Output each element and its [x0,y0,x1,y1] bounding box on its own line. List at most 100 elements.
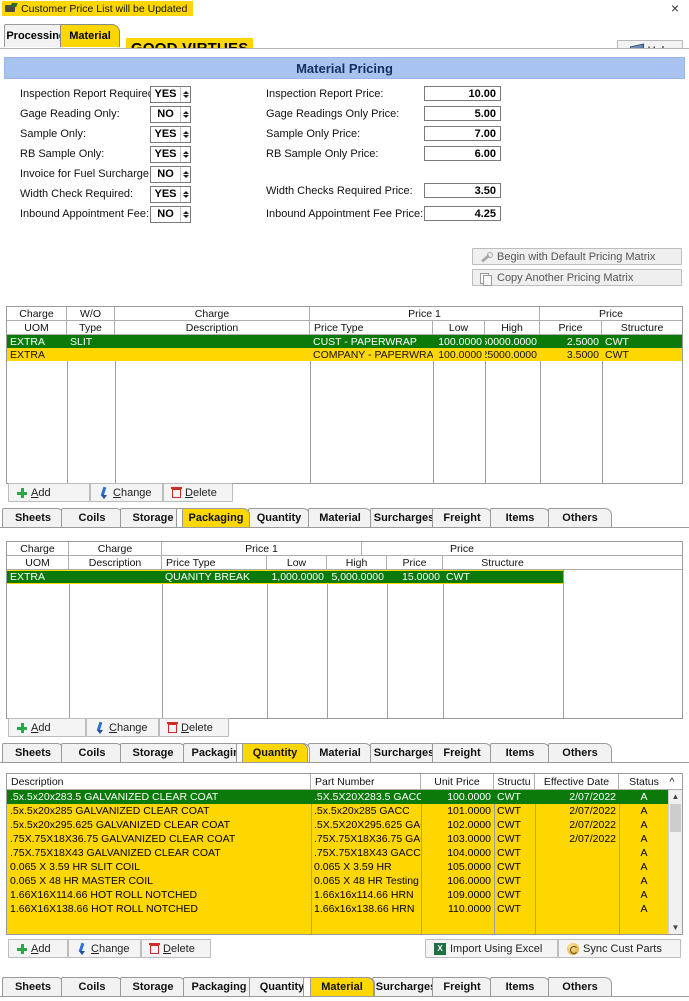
spinner-inspection-report-required[interactable]: YES [150,86,191,103]
input-inspection-report-price[interactable]: 10.00 [424,86,501,101]
spinner-invoice-fuel-surcharge[interactable]: NO [150,166,191,183]
tab-others[interactable]: Others [548,508,612,527]
column-header-low[interactable]: Low [433,321,485,334]
table-row[interactable]: 0.065 X 3.59 HR SLIT COIL 0.065 X 3.59 H… [7,860,669,874]
column-header-uom[interactable]: UOM [7,556,69,569]
tab-quantity[interactable]: Quantity [242,743,308,762]
spinner-arrows-icon[interactable] [180,167,190,182]
column-header-effective-date[interactable]: Effective Date [535,774,619,789]
import-using-excel-button[interactable]: X Import Using Excel [425,939,558,958]
input-width-checks-required-price[interactable]: 3.50 [424,183,501,198]
sort-ascending-icon[interactable]: ^ [662,774,682,789]
table-row[interactable]: 1.66X16X114.66 HOT ROLL NOTCHED 1.66x16x… [7,888,669,902]
scrollbar-thumb[interactable] [670,804,681,832]
material-items-grid[interactable]: Description Part Number Unit Price Struc… [6,773,683,935]
tab-coils[interactable]: Coils [61,743,123,762]
spinner-sample-only[interactable]: YES [150,126,191,143]
tab-packaging[interactable]: Packaging [182,508,250,527]
column-header-structure[interactable]: Structure [443,556,562,569]
spinner-rb-sample-only[interactable]: YES [150,146,191,163]
change-button[interactable]: Change [86,718,159,737]
tab-material-top[interactable]: Material [60,24,120,47]
spinner-inbound-appointment-fee[interactable]: NO [150,206,191,223]
column-header-structure[interactable]: Structure [602,321,682,334]
table-row[interactable]: .5x.5x20x285 GALVANIZED CLEAR COAT .5x.5… [7,804,669,818]
tab-freight[interactable]: Freight [432,743,492,762]
tab-material[interactable]: Material [310,977,374,996]
table-row[interactable]: .75X.75X18X43 GALVANIZED CLEAR COAT .75X… [7,846,669,860]
column-header-description[interactable]: Description [7,774,311,789]
add-button[interactable]: Add [8,939,68,958]
scroll-down-icon[interactable]: ▼ [669,921,682,934]
begin-default-pricing-matrix-button[interactable]: Begin with Default Pricing Matrix [472,248,682,265]
packaging-charges-grid[interactable]: Charge W/O Charge Price 1 Price UOM Type… [6,306,683,484]
column-header-unit-price[interactable]: Unit Price [421,774,494,789]
input-gage-readings-only-price[interactable]: 5.00 [424,106,501,121]
table-row[interactable]: .75X.75X18X36.75 GALVANIZED CLEAR COAT .… [7,832,669,846]
table-row[interactable]: EXTRA QUANITY BREAK 1,000.0000 5,000.000… [7,570,563,584]
tab-storage[interactable]: Storage [120,743,186,762]
tab-freight[interactable]: Freight [432,977,492,996]
table-row[interactable]: .5x.5x20x295.625 GALVANIZED CLEAR COAT .… [7,818,669,832]
delete-button[interactable]: Delete [163,483,233,502]
table-row[interactable]: .5x.5x20x283.5 GALVANIZED CLEAR COAT .5X… [7,790,669,804]
spinner-width-check-required[interactable]: YES [150,186,191,203]
spinner-arrows-icon[interactable] [180,207,190,222]
tab-sheets[interactable]: Sheets [2,743,64,762]
tab-items[interactable]: Items [490,508,550,527]
column-header-low[interactable]: Low [267,556,327,569]
tab-packaging[interactable]: Packaging [183,977,255,996]
column-header-uom[interactable]: UOM [7,321,67,334]
change-button[interactable]: Change [90,483,163,502]
add-button[interactable]: Add [8,718,86,737]
spinner-arrows-icon[interactable] [180,107,190,122]
sync-cust-parts-button[interactable]: Sync Cust Parts [558,939,681,958]
scroll-up-icon[interactable]: ▲ [669,790,682,803]
spinner-arrows-icon[interactable] [180,147,190,162]
tab-processing[interactable]: Processing [4,24,68,47]
column-header-high[interactable]: High [485,321,540,334]
tab-sheets[interactable]: Sheets [2,508,64,527]
column-header-price-type[interactable]: Price Type [162,556,267,569]
add-button[interactable]: Add [8,483,90,502]
column-header-price[interactable]: Price [387,556,443,569]
tab-surcharges[interactable]: Surcharges [370,508,438,527]
table-row[interactable]: EXTRA SLIT CUST - PAPERWRAP 100.0000 600… [7,335,682,348]
input-inbound-appointment-fee-price[interactable]: 4.25 [424,206,501,221]
table-row[interactable]: 0.065 X 48 HR MASTER COIL 0.065 X 48 HR … [7,874,669,888]
input-sample-only-price[interactable]: 7.00 [424,126,501,141]
input-rb-sample-only-price[interactable]: 6.00 [424,146,501,161]
column-header-part-number[interactable]: Part Number [311,774,421,789]
tab-material[interactable]: Material [308,743,372,762]
spinner-gage-reading-only[interactable]: NO [150,106,191,123]
spinner-arrows-icon[interactable] [180,87,190,102]
quantity-charges-grid[interactable]: Charge Charge Price 1 Price UOM Descript… [6,541,683,719]
tab-others[interactable]: Others [548,743,612,762]
column-header-structure[interactable]: Structu [494,774,535,789]
tab-sheets[interactable]: Sheets [2,977,64,996]
column-header-description[interactable]: Description [115,321,310,334]
spinner-arrows-icon[interactable] [180,187,190,202]
table-row[interactable]: 1.66X16X138.66 HOT ROLL NOTCHED 1.66x16x… [7,902,669,916]
vertical-scrollbar[interactable]: ▲ ▼ [668,790,682,934]
column-header-description[interactable]: Description [69,556,162,569]
tab-quantity[interactable]: Quantity [248,508,310,527]
column-header-type[interactable]: Type [67,321,115,334]
tab-items[interactable]: Items [490,977,550,996]
tab-coils[interactable]: Coils [61,508,123,527]
tab-surcharges[interactable]: Surcharges [372,977,440,996]
column-header-price-type[interactable]: Price Type [310,321,433,334]
tab-items[interactable]: Items [490,743,550,762]
tab-material[interactable]: Material [308,508,372,527]
tab-storage[interactable]: Storage [120,977,186,996]
delete-button[interactable]: Delete [159,718,229,737]
tab-freight[interactable]: Freight [432,508,492,527]
tab-coils[interactable]: Coils [61,977,123,996]
delete-button[interactable]: Delete [141,939,211,958]
change-button[interactable]: Change [68,939,141,958]
copy-another-pricing-matrix-button[interactable]: Copy Another Pricing Matrix [472,269,682,286]
close-icon[interactable]: × [667,0,683,16]
table-row[interactable]: EXTRA COMPANY - PAPERWRA 100.0000 25000.… [7,348,682,361]
column-header-high[interactable]: High [327,556,387,569]
spinner-arrows-icon[interactable] [180,127,190,142]
